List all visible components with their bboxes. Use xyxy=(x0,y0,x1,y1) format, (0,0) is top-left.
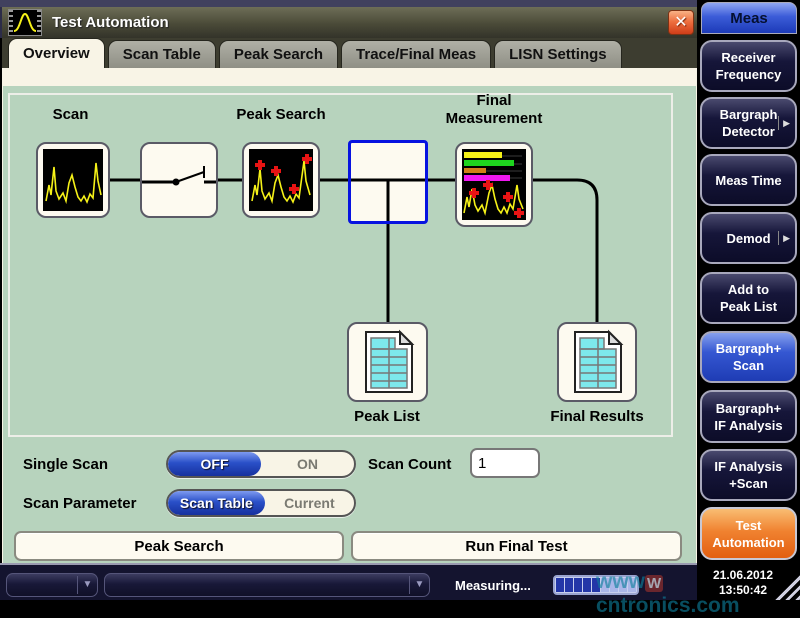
peak-search-node-label: Peak Search xyxy=(231,106,331,124)
final-measurement-node-label: Final Measurement xyxy=(429,92,559,128)
final-measurement-icon xyxy=(462,149,526,220)
scan-count-input[interactable] xyxy=(470,448,540,478)
scan-node[interactable] xyxy=(36,142,110,218)
tab-peak-search[interactable]: Peak Search xyxy=(219,40,338,68)
scan-node-label: Scan xyxy=(23,106,118,124)
softkey-add-to-peak-list[interactable]: Add to Peak List xyxy=(700,272,797,324)
peak-list-node[interactable] xyxy=(347,322,428,402)
peak-search-node[interactable] xyxy=(242,142,320,218)
peak-search-trace-icon xyxy=(249,149,313,211)
app-icon xyxy=(8,9,42,36)
softkey-label: Bargraph+ Scan xyxy=(716,340,781,374)
softkey-label: Bargraph+ IF Analysis xyxy=(714,400,782,434)
progress-bar xyxy=(553,575,639,595)
progress-segment xyxy=(583,578,591,592)
gaussian-curve-icon xyxy=(13,11,37,34)
close-button[interactable]: ✕ xyxy=(668,10,694,35)
tab-trace-final-meas[interactable]: Trace/Final Meas xyxy=(341,40,491,68)
scan-trace-icon xyxy=(43,149,103,211)
softkey-label: Receiver Frequency xyxy=(716,49,782,83)
submenu-arrow-icon: ▶ xyxy=(778,116,790,130)
tab-scan-table[interactable]: Scan Table xyxy=(108,40,216,68)
softkey-demod[interactable]: Demod ▶ xyxy=(700,212,797,264)
peak-list-node-label: Peak List xyxy=(337,408,437,426)
switch-node[interactable] xyxy=(140,142,218,218)
status-message: Measuring... xyxy=(455,578,531,593)
softkey-menu-header: Meas xyxy=(701,2,797,34)
softkey-bargraph-detector[interactable]: Bargraph Detector▶ xyxy=(700,97,797,149)
scan-count-label: Scan Count xyxy=(368,456,451,473)
junction-node-selected[interactable] xyxy=(348,140,428,224)
submenu-arrow-icon: ▶ xyxy=(778,231,790,245)
softkey-label: Test Automation xyxy=(712,517,784,551)
single-scan-label: Single Scan xyxy=(23,456,108,473)
tab-bar: Overview Scan Table Peak Search Trace/Fi… xyxy=(2,38,697,68)
run-final-test-button[interactable]: Run Final Test xyxy=(351,531,682,561)
status-dropdown-1[interactable]: ▼ xyxy=(6,573,98,597)
tab-overview[interactable]: Overview xyxy=(8,38,105,68)
scan-parameter-scan-table-option[interactable]: Scan Table xyxy=(168,491,265,515)
tab-lisn-settings[interactable]: LISN Settings xyxy=(494,40,622,68)
document-table-icon xyxy=(358,329,418,395)
progress-segment xyxy=(574,578,582,592)
final-measurement-node[interactable] xyxy=(455,142,533,227)
progress-segment xyxy=(628,578,636,592)
softkey-bargraph-scan[interactable]: Bargraph+ Scan xyxy=(700,331,797,383)
softkey-meas-time[interactable]: Meas Time xyxy=(700,154,797,206)
softkey-label: Demod xyxy=(726,230,770,247)
progress-segment xyxy=(610,578,618,592)
softkey-test-automation[interactable]: Test Automation xyxy=(700,507,797,560)
softkey-if-analysis-scan[interactable]: IF Analysis +Scan xyxy=(700,449,797,501)
status-dropdown-2[interactable]: ▼ xyxy=(104,573,430,597)
progress-segment xyxy=(601,578,609,592)
softkey-label: Bargraph Detector xyxy=(720,106,778,140)
progress-segment xyxy=(565,578,573,592)
softkey-sidebar: Meas Receiver Frequency Bargraph Detecto… xyxy=(697,0,800,600)
progress-segment xyxy=(556,578,564,592)
progress-segment xyxy=(619,578,627,592)
switch-icon xyxy=(142,144,216,216)
date-time-display: 21.06.2012 13:50:42 xyxy=(697,568,789,598)
document-table-icon xyxy=(567,329,627,395)
softkey-label: Meas Time xyxy=(715,172,781,189)
flowchart-area: Scan Peak Search Final Measurement Peak … xyxy=(3,86,696,563)
final-results-node[interactable] xyxy=(557,322,637,402)
status-bar: ▼ ▼ Measuring... xyxy=(0,563,700,600)
softkey-bargraph-if-analysis[interactable]: Bargraph+ IF Analysis xyxy=(700,390,797,443)
softkey-label: Add to Peak List xyxy=(720,281,777,315)
scan-parameter-toggle[interactable]: Scan Table Current xyxy=(166,489,356,517)
window-top-strip xyxy=(0,0,700,7)
single-scan-toggle[interactable]: OFF ON xyxy=(166,450,356,478)
final-results-node-label: Final Results xyxy=(537,408,657,426)
softkey-receiver-frequency[interactable]: Receiver Frequency xyxy=(700,40,797,92)
window-title: Test Automation xyxy=(52,14,169,31)
titlebar: Test Automation ✕ xyxy=(0,7,700,38)
chevron-down-icon[interactable]: ▼ xyxy=(77,576,97,594)
scan-parameter-label: Scan Parameter xyxy=(23,495,136,512)
overview-panel: Scan Peak Search Final Measurement Peak … xyxy=(2,68,697,563)
single-scan-on-option[interactable]: ON xyxy=(261,452,354,476)
softkey-label: IF Analysis +Scan xyxy=(714,458,782,492)
scan-parameter-current-option[interactable]: Current xyxy=(265,491,354,515)
junction-lines xyxy=(351,143,425,221)
single-scan-off-option[interactable]: OFF xyxy=(168,452,261,476)
peak-search-button[interactable]: Peak Search xyxy=(14,531,344,561)
progress-segment xyxy=(592,578,600,592)
chevron-down-icon[interactable]: ▼ xyxy=(409,576,429,594)
